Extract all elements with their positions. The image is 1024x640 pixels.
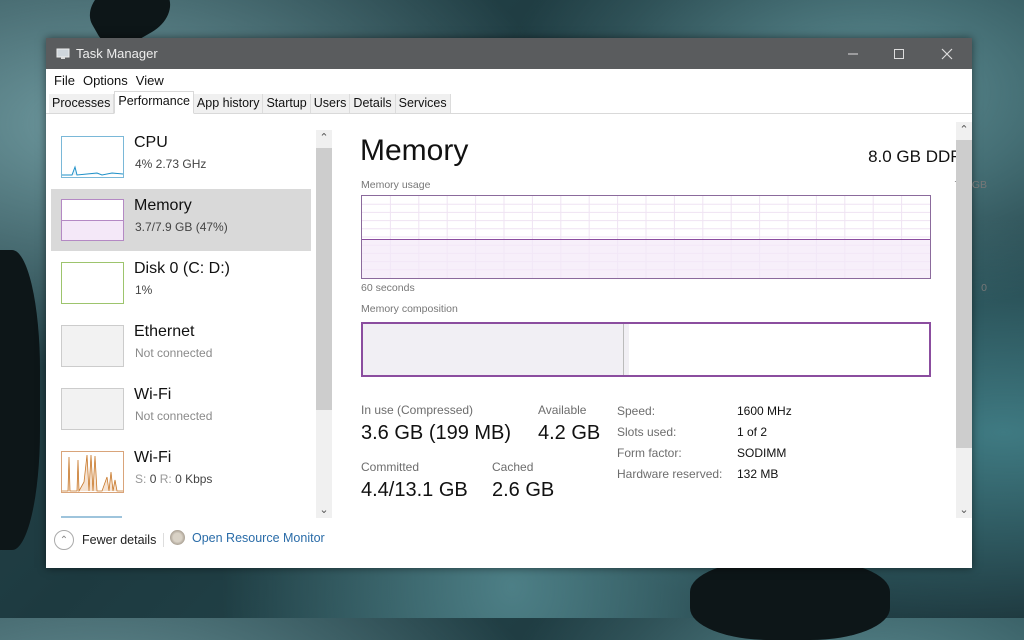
chevron-up-icon: ⌃ bbox=[54, 530, 74, 550]
resource-name: Wi-Fi bbox=[134, 386, 172, 403]
memory-usage-graph bbox=[361, 195, 931, 279]
hardware-reserved-value: 132 MB bbox=[737, 467, 779, 481]
menu-file[interactable]: File bbox=[50, 73, 79, 88]
minimize-icon bbox=[848, 53, 858, 54]
scroll-up-icon[interactable]: ⌃ bbox=[956, 122, 972, 138]
graph-time-start: 60 seconds bbox=[361, 282, 415, 294]
close-icon bbox=[941, 48, 953, 59]
memory-usage-label: Memory usage bbox=[361, 179, 431, 191]
resource-monitor-icon bbox=[170, 530, 185, 545]
tab-app-history[interactable]: App history bbox=[193, 94, 264, 113]
committed-value: 4.4/13.1 GB bbox=[361, 479, 468, 501]
speed-value: 1600 MHz bbox=[737, 404, 792, 418]
close-button[interactable] bbox=[924, 38, 970, 69]
title-bar[interactable]: Task Manager bbox=[46, 38, 972, 69]
window-title: Task Manager bbox=[76, 46, 158, 61]
menu-bar: File Options View bbox=[46, 69, 972, 91]
resource-name: Wi-Fi bbox=[134, 449, 172, 466]
left-scrollbar[interactable]: ⌃ ⌄ bbox=[316, 130, 332, 518]
cpu-thumbnail-graph bbox=[61, 136, 124, 178]
resource-name: Memory bbox=[134, 197, 192, 214]
in-use-value: 3.6 GB (199 MB) bbox=[361, 422, 512, 444]
form-factor-label: Form factor: bbox=[617, 446, 682, 460]
memory-thumbnail-graph bbox=[61, 199, 124, 241]
composition-free[interactable] bbox=[816, 324, 929, 375]
resource-name: Ethernet bbox=[134, 323, 195, 340]
right-scrollbar[interactable]: ⌃ ⌄ bbox=[956, 122, 972, 518]
memory-usage-chart bbox=[362, 196, 930, 278]
resource-detail: 4% 2.73 GHz bbox=[135, 157, 207, 171]
resource-detail: 1% bbox=[135, 283, 153, 297]
in-use-label: In use (Compressed) bbox=[361, 403, 474, 417]
next-item-thumbnail-edge bbox=[61, 516, 122, 518]
resource-detail: Not connected bbox=[135, 346, 213, 360]
scrollbar-thumb[interactable] bbox=[956, 140, 972, 448]
scroll-down-icon[interactable]: ⌄ bbox=[956, 502, 972, 518]
scroll-down-icon[interactable]: ⌄ bbox=[316, 502, 332, 518]
available-label: Available bbox=[538, 403, 587, 417]
task-manager-window: Task Manager File Options View Processes… bbox=[46, 38, 987, 568]
memory-composition-label: Memory composition bbox=[361, 303, 458, 315]
resource-item-wifi-1[interactable]: Wi-Fi Not connected bbox=[51, 378, 311, 440]
open-resource-monitor-label: Open Resource Monitor bbox=[192, 530, 325, 545]
disk-thumbnail-graph bbox=[61, 262, 124, 304]
send-label: S: bbox=[135, 472, 147, 486]
resource-item-wifi-2[interactable]: Wi-Fi S: 0 R: 0 Kbps bbox=[51, 441, 311, 503]
memory-composition-bar bbox=[361, 322, 931, 377]
open-resource-monitor-link[interactable]: Open Resource Monitor bbox=[170, 530, 325, 545]
tab-performance[interactable]: Performance bbox=[114, 91, 194, 114]
scrollbar-thumb[interactable] bbox=[316, 148, 332, 410]
slots-used-label: Slots used: bbox=[617, 425, 677, 439]
receive-label: R: bbox=[159, 472, 172, 486]
hardware-reserved-label: Hardware reserved: bbox=[617, 467, 723, 481]
resource-detail: Not connected bbox=[135, 409, 213, 423]
form-factor-value: SODIMM bbox=[737, 446, 787, 460]
wallpaper-shape bbox=[690, 560, 890, 640]
committed-label: Committed bbox=[361, 460, 420, 474]
tab-startup[interactable]: Startup bbox=[263, 94, 311, 113]
page-title: Memory bbox=[360, 134, 469, 167]
resource-detail: 3.7/7.9 GB (47%) bbox=[135, 220, 228, 234]
receive-value: 0 Kbps bbox=[175, 472, 213, 486]
tab-details[interactable]: Details bbox=[350, 94, 396, 113]
minimize-button[interactable] bbox=[830, 38, 876, 69]
resource-item-memory[interactable]: Memory 3.7/7.9 GB (47%) bbox=[51, 189, 311, 251]
wifi-thumbnail-graph bbox=[61, 451, 124, 493]
wifi-thumbnail-graph bbox=[61, 388, 124, 430]
footer: ⌃ Fewer details Open Resource Monitor bbox=[46, 528, 972, 558]
tab-users[interactable]: Users bbox=[310, 94, 351, 113]
slots-used-value: 1 of 2 bbox=[737, 425, 768, 439]
menu-options[interactable]: Options bbox=[79, 73, 132, 88]
resource-name: Disk 0 (C: D:) bbox=[134, 260, 230, 277]
graph-time-end: 0 bbox=[981, 282, 987, 294]
tab-bar: Processes Performance App history Startu… bbox=[46, 91, 972, 114]
cached-value: 2.6 GB bbox=[492, 479, 555, 501]
task-manager-icon bbox=[56, 48, 70, 60]
composition-in-use[interactable] bbox=[363, 324, 623, 375]
scroll-up-icon[interactable]: ⌃ bbox=[316, 130, 332, 146]
resource-item-ethernet[interactable]: Ethernet Not connected bbox=[51, 315, 311, 377]
fewer-details-label: Fewer details bbox=[82, 533, 157, 547]
composition-standby[interactable] bbox=[629, 324, 817, 375]
available-value: 4.2 GB bbox=[538, 422, 601, 444]
wallpaper-shape bbox=[0, 250, 40, 550]
maximize-button[interactable] bbox=[876, 38, 922, 69]
tab-services[interactable]: Services bbox=[395, 94, 451, 113]
menu-view[interactable]: View bbox=[132, 73, 168, 88]
maximize-icon bbox=[894, 48, 904, 59]
footer-divider bbox=[163, 533, 164, 547]
resource-item-disk[interactable]: Disk 0 (C: D:) 1% bbox=[51, 252, 311, 314]
resource-item-cpu[interactable]: CPU 4% 2.73 GHz bbox=[51, 126, 311, 188]
resource-name: CPU bbox=[134, 134, 168, 151]
resource-detail: S: 0 R: 0 Kbps bbox=[135, 472, 212, 486]
speed-label: Speed: bbox=[617, 404, 656, 418]
usage-area bbox=[362, 239, 930, 278]
send-value: 0 bbox=[149, 472, 157, 486]
fewer-details-button[interactable]: ⌃ Fewer details bbox=[54, 530, 156, 550]
cached-label: Cached bbox=[492, 460, 534, 474]
tab-processes[interactable]: Processes bbox=[49, 94, 115, 113]
resource-list: CPU 4% 2.73 GHz Memory 3.7/7.9 GB (47%) … bbox=[46, 122, 334, 518]
ethernet-thumbnail-graph bbox=[61, 325, 124, 367]
